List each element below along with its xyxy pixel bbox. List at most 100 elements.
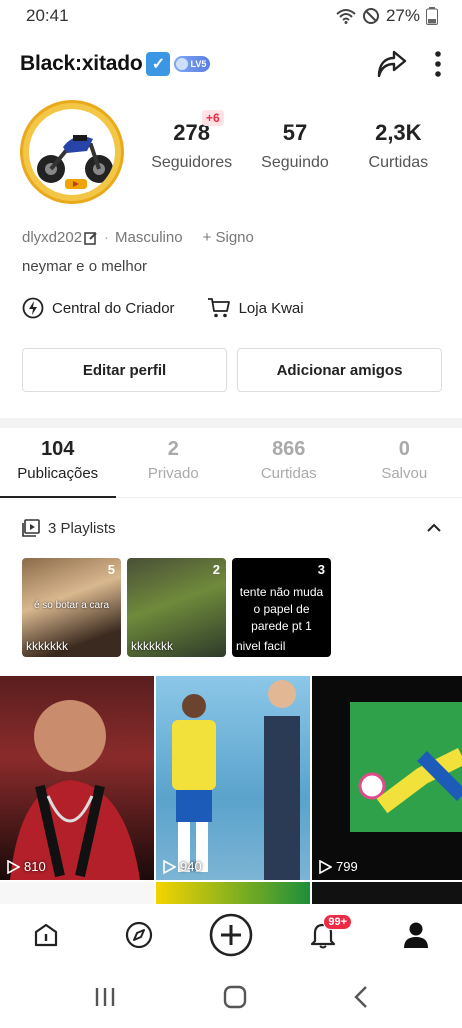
- playlist-card[interactable]: 2 kkkkkkk: [127, 558, 226, 657]
- playlist-bottom-text: kkkkkkk: [131, 639, 173, 653]
- username: Black:xitado: [20, 52, 143, 75]
- tab-count: 2: [167, 438, 179, 460]
- stat-followers[interactable]: +6 278 Seguidores: [140, 110, 243, 172]
- status-bar: 20:41 27%: [0, 0, 462, 32]
- video-thumbnail[interactable]: 810: [0, 676, 154, 880]
- add-friends-button[interactable]: Adicionar amigos: [237, 348, 442, 392]
- avatar[interactable]: [20, 100, 124, 204]
- tab-label: Curtidas: [260, 465, 317, 482]
- add-sign-link[interactable]: + Signo: [203, 229, 254, 246]
- nav-create[interactable]: [201, 910, 261, 960]
- playlist-caption: tente não muda o papel de parede pt 1: [239, 585, 324, 633]
- system-navigation: [0, 966, 462, 1028]
- avatar-image: [29, 109, 115, 195]
- playlist-count: 3: [317, 562, 325, 577]
- stat-likes[interactable]: 2,3K Curtidas: [347, 120, 450, 172]
- nav-home[interactable]: [16, 910, 76, 960]
- section-divider: [0, 418, 462, 428]
- tab-private[interactable]: 2 Privado: [116, 438, 232, 497]
- cart-icon: [207, 298, 230, 318]
- compass-icon: [125, 921, 152, 949]
- lightning-icon: [22, 297, 44, 319]
- tab-likes[interactable]: 866 Curtidas: [231, 438, 347, 497]
- following-label: Seguindo: [261, 154, 329, 171]
- profile-meta: dlyxd202 · Masculino + Signo: [22, 229, 254, 246]
- chevron-up-icon[interactable]: [426, 523, 442, 533]
- profile-bio: neymar e o melhor: [22, 258, 148, 275]
- new-followers-badge: +6: [202, 110, 224, 126]
- kwai-shop-link[interactable]: Loja Kwai: [207, 297, 304, 319]
- playlist-count: 5: [107, 562, 115, 577]
- playlist-card[interactable]: 3 tente não muda o papel de parede pt 1 …: [232, 558, 331, 657]
- profile-header: Black:xitado ✓ LV5: [0, 44, 462, 84]
- tab-count: 104: [41, 438, 75, 460]
- creator-center-label: Central do Criador: [52, 299, 175, 317]
- nav-notifications[interactable]: 99+: [293, 910, 353, 960]
- playlist-card[interactable]: 5 é so botar a cara kkkkkkk: [22, 558, 121, 657]
- share-icon[interactable]: [376, 49, 408, 79]
- back-icon[interactable]: [353, 985, 369, 1009]
- tab-publications[interactable]: 104 Publicações: [0, 438, 116, 498]
- followers-label: Seguidores: [151, 154, 233, 171]
- home-button-icon[interactable]: [223, 985, 247, 1009]
- stat-following[interactable]: 57 Seguindo: [243, 120, 346, 172]
- views-counter: 940: [162, 859, 202, 874]
- kwai-shop-label: Loja Kwai: [238, 299, 304, 317]
- tab-saved[interactable]: 0 Salvou: [347, 438, 462, 497]
- level-gem-icon: [176, 58, 189, 70]
- playlists-header[interactable]: 3 Playlists: [22, 508, 442, 548]
- video-thumbnail[interactable]: 940: [156, 676, 310, 880]
- views-counter: 799: [318, 859, 358, 874]
- level-badge: LV5: [174, 56, 211, 72]
- kick-scene: [350, 702, 462, 832]
- motorcycle-icon: [37, 135, 113, 189]
- views-count: 810: [24, 859, 46, 874]
- tab-count: 0: [398, 438, 410, 460]
- views-counter: 810: [6, 859, 46, 874]
- likes-count: 2,3K: [375, 120, 422, 145]
- more-options-icon[interactable]: [434, 50, 442, 78]
- plus-circle-icon: [209, 913, 253, 957]
- play-icon: [163, 859, 176, 874]
- video-thumbnail[interactable]: [156, 882, 310, 904]
- status-time: 20:41: [26, 6, 69, 25]
- status-icons: 27%: [336, 6, 438, 26]
- playlist-count: 2: [212, 562, 220, 577]
- tab-count: 866: [272, 438, 306, 460]
- profile-stats: +6 278 Seguidores 57 Seguindo 2,3K Curti…: [140, 110, 450, 172]
- video-grid: 810 940 799: [0, 676, 462, 880]
- creator-center-link[interactable]: Central do Criador: [22, 297, 175, 319]
- profile-links: Central do Criador Loja Kwai: [22, 297, 304, 319]
- playlist-caption: é so botar a cara: [33, 600, 110, 611]
- battery-percent: 27%: [385, 6, 420, 25]
- bottom-navigation: 99+: [0, 904, 462, 966]
- edit-profile-button[interactable]: Editar perfil: [22, 348, 227, 392]
- player-figure: [172, 680, 300, 880]
- video-thumbnail[interactable]: [312, 882, 462, 904]
- verified-icon: ✓: [146, 52, 171, 76]
- user-gender: Masculino: [115, 229, 183, 246]
- profile-icon: [403, 922, 428, 948]
- recent-apps-icon[interactable]: [93, 986, 117, 1008]
- nav-discover[interactable]: [109, 910, 169, 960]
- profile-actions: Editar perfil Adicionar amigos: [22, 348, 442, 392]
- nav-profile[interactable]: [386, 910, 446, 960]
- likes-label: Curtidas: [368, 154, 429, 171]
- edit-icon[interactable]: [84, 231, 98, 245]
- battery-icon: [426, 7, 438, 25]
- play-icon: [319, 859, 332, 874]
- playlist-bottom-text: kkkkkkk: [26, 639, 68, 653]
- playlists-title: 3 Playlists: [48, 519, 116, 537]
- views-count: 799: [336, 859, 358, 874]
- content-tabs: 104 Publicações 2 Privado 866 Curtidas 0…: [0, 438, 462, 498]
- tab-label: Salvou: [381, 465, 428, 482]
- tab-label: Publicações: [17, 465, 99, 482]
- level-badge-label: LV5: [190, 59, 207, 69]
- video-thumbnail[interactable]: 799: [312, 676, 462, 880]
- video-grid-next-row: [0, 882, 462, 904]
- video-thumbnail[interactable]: [0, 882, 154, 904]
- views-count: 940: [180, 859, 202, 874]
- notifications-badge: 99+: [323, 914, 353, 930]
- user-handle: dlyxd202: [22, 229, 83, 246]
- wifi-icon: [336, 9, 356, 24]
